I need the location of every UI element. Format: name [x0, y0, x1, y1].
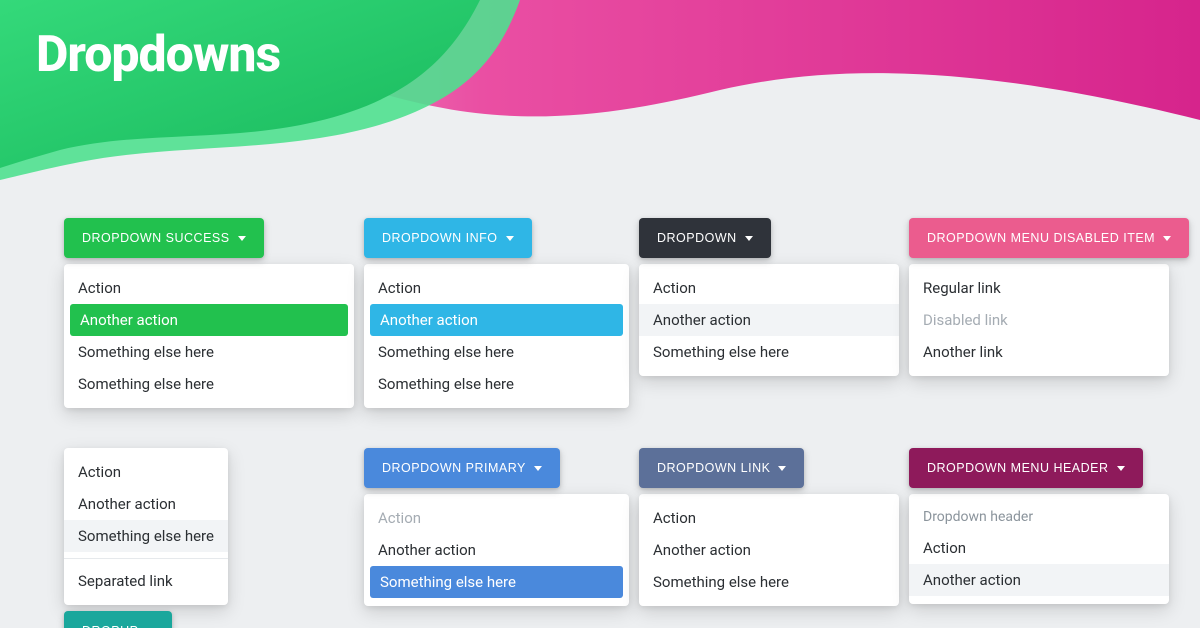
- page-hero: Dropdowns: [0, 0, 1200, 220]
- menu-item-hover[interactable]: Another action: [909, 564, 1169, 596]
- menu-item-disabled: Disabled link: [909, 304, 1169, 336]
- dropdown-dark: Dropdown Action Another action Something…: [639, 218, 899, 376]
- dropdown-dark-menu: Action Another action Something else her…: [639, 264, 899, 376]
- dropup-teal-button[interactable]: Dropup: [64, 611, 172, 628]
- menu-item[interactable]: Action: [364, 272, 629, 304]
- menu-item[interactable]: Separated link: [64, 565, 228, 597]
- menu-item[interactable]: Something else here: [64, 368, 354, 400]
- caret-down-icon: [506, 236, 514, 241]
- dropdown-info: Dropdown Info Action Another action Some…: [364, 218, 629, 408]
- dropup-teal: Dropup Action Another action Something e…: [64, 448, 354, 628]
- dropdown-info-menu: Action Another action Something else her…: [364, 264, 629, 408]
- dropdown-success: Dropdown Success Action Another action S…: [64, 218, 354, 408]
- dropdown-primary: Dropdown Primary Action Another action S…: [364, 448, 629, 606]
- dropdown-success-menu: Action Another action Something else her…: [64, 264, 354, 408]
- menu-item[interactable]: Action: [64, 272, 354, 304]
- menu-item[interactable]: Action: [639, 272, 899, 304]
- dropdown-link-menu: Action Another action Something else her…: [639, 494, 899, 606]
- button-label: Dropdown Info: [382, 231, 498, 245]
- menu-item[interactable]: Another link: [909, 336, 1169, 368]
- menu-item[interactable]: Something else here: [639, 336, 899, 368]
- button-label: Dropdown Primary: [382, 461, 526, 475]
- dropdown-primary-button[interactable]: Dropdown Primary: [364, 448, 560, 488]
- page-title: Dropdowns: [36, 26, 280, 84]
- menu-header: Dropdown header: [909, 502, 1169, 532]
- menu-item-active[interactable]: Another action: [370, 304, 623, 336]
- menu-item[interactable]: Something else here: [364, 368, 629, 400]
- dropup-teal-menu: Action Another action Something else her…: [64, 448, 228, 605]
- menu-divider: [64, 558, 228, 559]
- caret-down-icon: [1163, 236, 1171, 241]
- menu-item[interactable]: Action: [909, 532, 1169, 564]
- button-label: Dropdown Menu Disabled Item: [927, 231, 1155, 245]
- menu-item[interactable]: Regular link: [909, 272, 1169, 304]
- menu-item[interactable]: Something else here: [64, 336, 354, 368]
- menu-item[interactable]: Another action: [64, 488, 228, 520]
- menu-item[interactable]: Another action: [364, 534, 629, 566]
- dropdown-grid: Dropdown Success Action Another action S…: [64, 218, 1160, 628]
- dropdown-pink-menu: Regular link Disabled link Another link: [909, 264, 1169, 376]
- caret-down-icon: [1117, 466, 1125, 471]
- menu-item-active[interactable]: Something else here: [370, 566, 623, 598]
- button-label: Dropdown: [657, 231, 737, 245]
- menu-item-hover[interactable]: Something else here: [64, 520, 228, 552]
- dropdown-header-menu: Dropdown header Action Another action: [909, 494, 1169, 604]
- button-label: Dropup: [82, 624, 138, 628]
- dropdown-link-button[interactable]: Dropdown Link: [639, 448, 804, 488]
- menu-item[interactable]: Action: [639, 502, 899, 534]
- caret-down-icon: [534, 466, 542, 471]
- dropdown-header: Dropdown Menu Header Dropdown header Act…: [909, 448, 1169, 604]
- menu-item[interactable]: Something else here: [639, 566, 899, 598]
- dropdown-header-button[interactable]: Dropdown Menu Header: [909, 448, 1143, 488]
- dropdown-disabled-item: Dropdown Menu Disabled Item Regular link…: [909, 218, 1169, 376]
- caret-down-icon: [778, 466, 786, 471]
- button-label: Dropdown Success: [82, 231, 230, 245]
- button-label: Dropdown Link: [657, 461, 770, 475]
- menu-item-active[interactable]: Another action: [70, 304, 348, 336]
- dropdown-info-button[interactable]: Dropdown Info: [364, 218, 532, 258]
- menu-item-disabled: Action: [364, 502, 629, 534]
- dropdown-pink-button[interactable]: Dropdown Menu Disabled Item: [909, 218, 1189, 258]
- caret-down-icon: [238, 236, 246, 241]
- dropdown-dark-button[interactable]: Dropdown: [639, 218, 771, 258]
- dropdown-success-button[interactable]: Dropdown Success: [64, 218, 264, 258]
- menu-item[interactable]: Action: [64, 456, 228, 488]
- menu-item[interactable]: Something else here: [364, 336, 629, 368]
- menu-item-hover[interactable]: Another action: [639, 304, 899, 336]
- menu-item[interactable]: Another action: [639, 534, 899, 566]
- dropdown-primary-menu: Action Another action Something else her…: [364, 494, 629, 606]
- dropdown-link: Dropdown Link Action Another action Some…: [639, 448, 899, 606]
- button-label: Dropdown Menu Header: [927, 461, 1109, 475]
- caret-down-icon: [745, 236, 753, 241]
